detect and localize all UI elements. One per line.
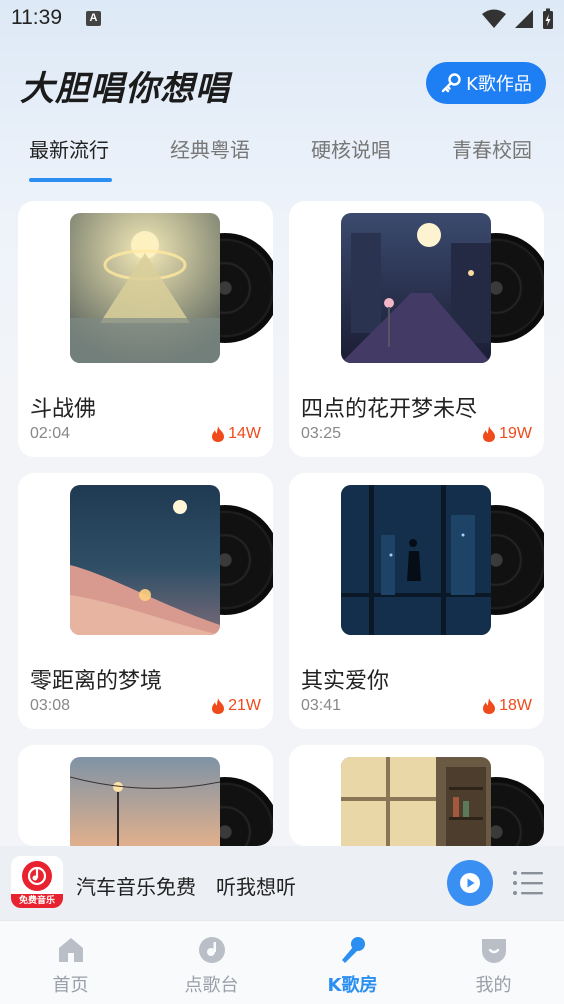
profile-icon <box>481 939 506 963</box>
glowing-mountain-cover <box>70 213 220 363</box>
page-title: 大胆唱你想唱 <box>20 69 230 109</box>
home-icon <box>58 938 83 962</box>
battery-icon <box>543 8 553 29</box>
accessibility-indicator-icon: A <box>86 11 101 26</box>
album-art <box>341 485 544 635</box>
free-music-logo-caption: 免费音乐 <box>18 896 55 906</box>
nav-song-request-label: 点歌台 <box>184 975 239 996</box>
hot-count-value: 14W <box>228 425 261 442</box>
tab-classic-cantonese[interactable]: 经典粤语 <box>170 134 250 163</box>
song-title: 其实爱你 <box>301 669 390 694</box>
status-time: 11:39 <box>11 6 62 29</box>
song-title: 四点的花开梦未尽 <box>301 397 478 422</box>
hot-count-value: 19W <box>499 425 532 442</box>
fire-icon <box>483 698 496 714</box>
k-song-works-button[interactable]: K歌作品 <box>426 62 546 104</box>
nav-home[interactable]: 首页 <box>0 921 141 1004</box>
nav-song-request[interactable]: 点歌台 <box>141 921 282 1004</box>
song-duration: 03:41 <box>301 697 342 714</box>
fire-icon <box>212 698 225 714</box>
song-card[interactable]: 四点的花开梦未尽 03:25 19W <box>289 201 544 457</box>
song-card[interactable] <box>18 745 273 846</box>
free-music-logo: 免费音乐 <box>11 856 63 908</box>
music-disc-icon <box>198 937 225 963</box>
sunset-streetlight-cover <box>70 757 220 846</box>
song-duration: 03:25 <box>301 425 342 442</box>
cellular-signal-icon <box>515 10 533 28</box>
play-button[interactable] <box>447 860 493 906</box>
active-tab-indicator <box>29 178 112 182</box>
hot-count-value: 18W <box>499 697 532 714</box>
song-duration: 03:08 <box>30 697 71 714</box>
song-title: 零距离的梦境 <box>30 669 163 694</box>
mini-player[interactable]: 免费音乐 汽车音乐免费 听我想听 <box>0 846 564 920</box>
album-art <box>70 213 273 363</box>
fire-icon <box>212 426 225 442</box>
bottom-navigation: 首页 点歌台 K歌房 我的 <box>0 920 564 1004</box>
hot-count: 21W <box>210 697 261 715</box>
song-card[interactable] <box>289 745 544 846</box>
tab-youth-campus[interactable]: 青春校园 <box>452 134 532 163</box>
album-art <box>341 757 544 846</box>
song-title: 斗战佛 <box>30 397 97 422</box>
nav-k-song-room-label: K歌房 <box>327 975 378 996</box>
nav-profile[interactable]: 我的 <box>423 921 564 1004</box>
key-icon <box>441 73 461 93</box>
hot-count: 18W <box>481 697 532 715</box>
hot-count-value: 21W <box>228 697 261 714</box>
petal-beach-moon-cover <box>70 485 220 635</box>
microphone-icon <box>341 937 365 963</box>
city-window-night-cover <box>341 485 491 635</box>
tab-hardcore-rap[interactable]: 硬核说唱 <box>311 134 391 163</box>
album-art <box>70 485 273 635</box>
wifi-icon <box>482 9 506 28</box>
song-card[interactable]: 零距离的梦境 03:08 21W <box>18 473 273 729</box>
status-bar: 11:39 A <box>0 0 564 38</box>
play-icon <box>460 873 480 893</box>
status-icons <box>482 8 554 30</box>
nav-profile-label: 我的 <box>475 975 512 996</box>
playlist-icon <box>513 871 543 895</box>
player-now-playing-text: 汽车音乐免费 听我想听 <box>76 875 296 899</box>
category-tabs: 最新流行 经典粤语 硬核说唱 青春校园 <box>0 128 564 184</box>
playlist-button[interactable] <box>512 868 544 898</box>
sunlit-room-window-cover <box>341 757 491 846</box>
song-card[interactable]: 其实爱你 03:41 18W <box>289 473 544 729</box>
album-art <box>70 757 273 846</box>
fire-icon <box>483 426 496 442</box>
song-card[interactable]: 斗战佛 02:04 14W <box>18 201 273 457</box>
k-song-works-label: K歌作品 <box>466 74 532 95</box>
nav-home-label: 首页 <box>52 975 89 996</box>
song-duration: 02:04 <box>30 425 71 442</box>
hot-count: 19W <box>481 425 532 443</box>
hot-count: 14W <box>210 425 261 443</box>
album-art <box>341 213 544 363</box>
tab-latest-popular[interactable]: 最新流行 <box>29 134 109 163</box>
nav-k-song-room[interactable]: K歌房 <box>282 921 423 1004</box>
night-street-flower-cover <box>341 213 491 363</box>
